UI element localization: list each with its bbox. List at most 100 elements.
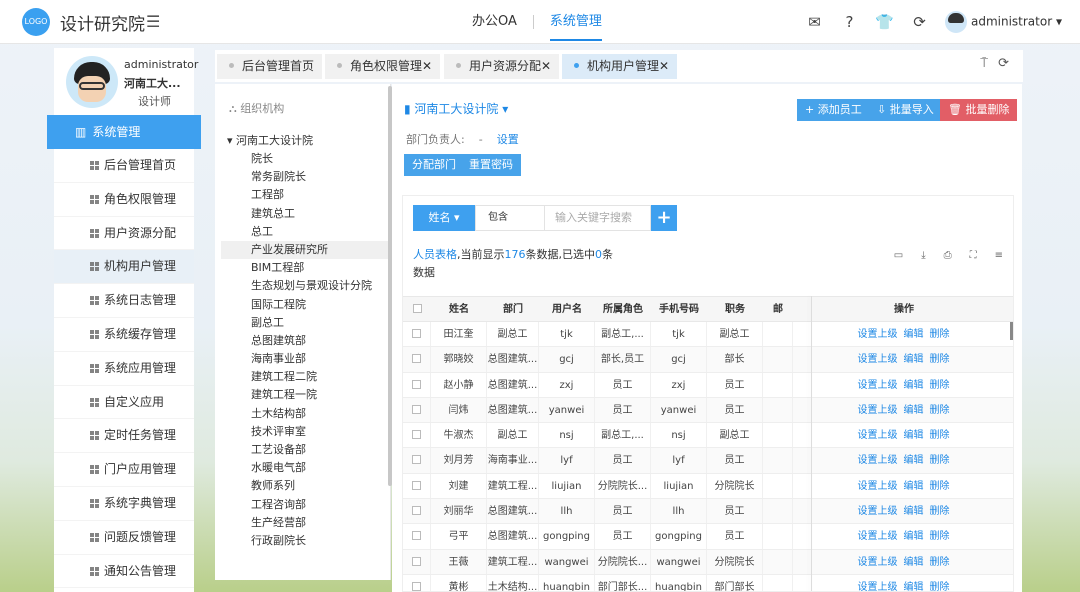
col-position[interactable]: 职务 [707, 297, 763, 321]
delete-link[interactable]: 删除 [930, 354, 950, 365]
edit-link[interactable]: 编辑 [904, 582, 924, 591]
table-row[interactable]: 牛淑杰 副总工 nsj 副总工,... nsj 副总工 设置上级 编辑 删除 [403, 423, 1013, 449]
sidebar-item-role-permissions[interactable]: 角色权限管理 [54, 183, 194, 217]
edit-link[interactable]: 编辑 [904, 405, 924, 416]
tree-node[interactable]: 技术评审室 [251, 423, 390, 441]
sidebar-item-portal-apps[interactable]: 门户应用管理 [54, 453, 194, 487]
row-checkbox[interactable] [403, 499, 431, 524]
batch-delete-button[interactable]: 🗑 批量删除 [940, 99, 1018, 121]
tree-node[interactable]: 工程部 [251, 186, 390, 204]
tree-node[interactable]: 副总工 [251, 314, 390, 332]
delete-link[interactable]: 删除 [930, 380, 950, 391]
sidebar-item-announcements[interactable]: 通知公告管理 [54, 555, 194, 589]
nav-office-oa[interactable]: 办公OA [456, 0, 533, 44]
tree-node[interactable]: 生产经营部 [251, 514, 390, 532]
edit-link[interactable]: 编辑 [904, 430, 924, 441]
row-checkbox[interactable] [403, 549, 431, 574]
tree-node[interactable]: 国际工程院 [251, 296, 390, 314]
filter-field-select[interactable]: 姓名 ▾ [413, 205, 475, 231]
download-icon[interactable]: ⤓ [921, 250, 925, 261]
filter-columns-icon[interactable]: ≡ [995, 250, 1003, 261]
col-dept[interactable]: 部门 [487, 297, 539, 321]
edit-link[interactable]: 编辑 [904, 506, 924, 517]
reload-icon[interactable]: ⟳ [998, 56, 1009, 71]
set-superior-link[interactable]: 设置上级 [858, 557, 898, 568]
table-row[interactable]: 弓平 总图建筑... gongping 员工 gongping 员工 设置上级 编辑 删除 [403, 524, 1013, 550]
shirt-icon[interactable]: 👕 [867, 13, 902, 31]
pin-icon[interactable]: ⍑ [980, 56, 988, 71]
batch-import-button[interactable]: ⇩ 批量导入 [869, 99, 942, 121]
edit-link[interactable]: 编辑 [904, 481, 924, 492]
sidebar-item-user-resources[interactable]: 用户资源分配 [54, 217, 194, 251]
tree-node[interactable]: BIM工程部 [251, 259, 390, 277]
tree-node[interactable]: 常务副院长 [251, 168, 390, 186]
table-row[interactable]: 郭晓姣 总图建筑... gcj 部长,员工 gcj 部长 设置上级 编辑 删除 [403, 347, 1013, 373]
sidebar-item-admin-home[interactable]: 后台管理首页 [54, 149, 194, 183]
tree-node[interactable]: 总图建筑部 [251, 332, 390, 350]
help-icon[interactable]: ? [832, 13, 867, 31]
set-superior-link[interactable]: 设置上级 [858, 506, 898, 517]
tree-node[interactable]: 院长 [251, 150, 390, 168]
nav-system-management[interactable]: 系统管理 [534, 0, 618, 44]
set-superior-link[interactable]: 设置上级 [858, 380, 898, 391]
edit-link[interactable]: 编辑 [904, 531, 924, 542]
print-icon[interactable]: ⎙ [944, 250, 952, 261]
row-checkbox[interactable] [403, 347, 431, 372]
summary-prefix-link[interactable]: 人员表格 [413, 248, 457, 261]
dept-head-set-link[interactable]: 设置 [497, 133, 519, 146]
user-menu[interactable]: administrator ▾ [944, 11, 1062, 33]
delete-link[interactable]: 删除 [930, 329, 950, 340]
select-all-checkbox[interactable] [403, 297, 431, 321]
col-role[interactable]: 所属角色 [595, 297, 651, 321]
table-row[interactable]: 闫炜 总图建筑... yanwei 员工 yanwei 员工 设置上级 编辑 删除 [403, 397, 1013, 424]
sidebar-section-system[interactable]: ▥ 系统管理 [47, 115, 201, 149]
delete-link[interactable]: 删除 [930, 531, 950, 542]
tree-node[interactable]: 教师系列 [251, 477, 390, 495]
delete-link[interactable]: 删除 [930, 582, 950, 591]
refresh-icon[interactable]: ⟳ [902, 13, 937, 31]
table-row[interactable]: 刘丽华 总图建筑... llh 员工 llh 员工 设置上级 编辑 删除 [403, 499, 1013, 525]
row-checkbox[interactable] [403, 423, 431, 448]
sidebar-item-dictionary[interactable]: 系统字典管理 [54, 487, 194, 521]
set-superior-link[interactable]: 设置上级 [858, 329, 898, 340]
tree-node[interactable]: 建筑总工 [251, 205, 390, 223]
sidebar-item-system-logs[interactable]: 系统日志管理 [54, 284, 194, 318]
set-superior-link[interactable]: 设置上级 [858, 354, 898, 365]
col-email[interactable]: 邮 [763, 297, 793, 321]
tree-node[interactable]: 工艺设备部 [251, 441, 390, 459]
table-row[interactable]: 黄彬 土木结构... huangbin 部门部长... huangbin 部门部长 设置上级… [403, 574, 1013, 591]
delete-link[interactable]: 删除 [930, 455, 950, 466]
fullscreen-icon[interactable]: ⛶ [970, 250, 977, 261]
edit-link[interactable]: 编辑 [904, 557, 924, 568]
add-employee-button[interactable]: + 添加员工 [797, 99, 870, 121]
tree-node[interactable]: 海南事业部 [251, 350, 390, 368]
row-checkbox[interactable] [403, 372, 431, 397]
table-row[interactable]: 王薇 建筑工程... wangwei 分院院长... wangwei 分院院长 设置上级 编辑… [403, 549, 1013, 575]
tree-node[interactable]: 建筑工程一院 [251, 386, 390, 404]
tab-user-resources[interactable]: 用户资源分配✕ [444, 54, 560, 79]
row-checkbox[interactable] [403, 397, 431, 423]
delete-link[interactable]: 删除 [930, 405, 950, 416]
delete-link[interactable]: 删除 [930, 430, 950, 441]
table-row[interactable]: 刘月芳 海南事业... lyf 员工 lyf 员工 设置上级 编辑 删除 [403, 448, 1013, 474]
set-superior-link[interactable]: 设置上级 [858, 455, 898, 466]
tree-node[interactable]: 生态规划与景观设计分院 [251, 277, 390, 295]
col-phone[interactable]: 手机号码 [651, 297, 707, 321]
tree-root[interactable]: ▾ 河南工大设计院 [227, 132, 313, 148]
tree-node[interactable]: 水暖电气部 [251, 459, 390, 477]
delete-link[interactable]: 删除 [930, 557, 950, 568]
sidebar-item-custom-apps[interactable]: 自定义应用 [54, 386, 194, 420]
mail-icon[interactable]: ✉ [797, 13, 832, 31]
col-name[interactable]: 姓名 [431, 297, 487, 321]
filter-operator-select[interactable]: 包含 [475, 205, 545, 231]
tree-node[interactable]: 行政副院长 [251, 532, 390, 550]
add-filter-button[interactable]: + [651, 205, 677, 231]
delete-link[interactable]: 删除 [930, 506, 950, 517]
tree-node[interactable]: 产业发展研究所 [221, 240, 390, 260]
delete-link[interactable]: 删除 [930, 481, 950, 492]
row-checkbox[interactable] [403, 473, 431, 499]
edit-link[interactable]: 编辑 [904, 380, 924, 391]
set-superior-link[interactable]: 设置上级 [858, 531, 898, 542]
set-superior-link[interactable]: 设置上级 [858, 405, 898, 416]
table-row[interactable]: 赵小静 总图建筑... zxj 员工 zxj 员工 设置上级 编辑 删除 [403, 372, 1013, 398]
